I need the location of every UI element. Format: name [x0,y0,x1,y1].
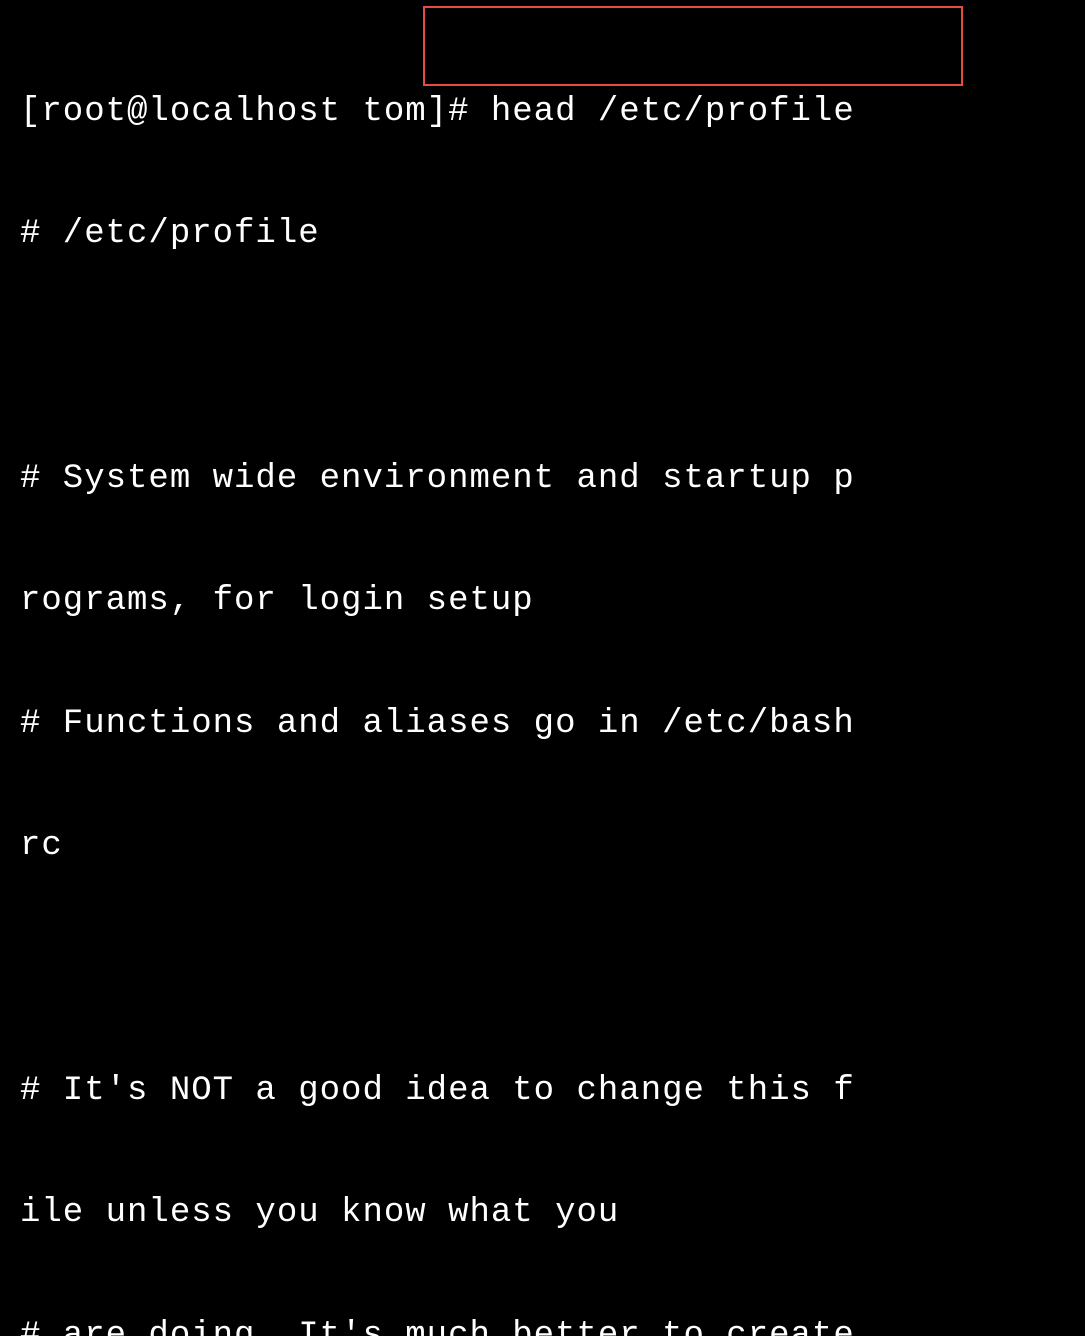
output-line-1 [20,336,1065,377]
output-line-7: # It's NOT a good idea to change this f [20,1071,1065,1112]
command-line: [root@localhost tom]# head /etc/profile [20,92,1065,133]
output-line-9: # are doing. It's much better to create [20,1316,1065,1336]
shell-prompt: [root@localhost tom]# [20,93,491,131]
output-line-5: rc [20,826,1065,867]
command-text: head /etc/profile [491,93,855,131]
output-line-6 [20,948,1065,989]
output-line-4: # Functions and aliases go in /etc/bash [20,704,1065,745]
output-line-3: rograms, for login setup [20,581,1065,622]
output-line-8: ile unless you know what you [20,1193,1065,1234]
terminal-window[interactable]: [root@localhost tom]# head /etc/profile … [20,10,1065,1336]
output-line-0: # /etc/profile [20,214,1065,255]
output-line-2: # System wide environment and startup p [20,459,1065,500]
